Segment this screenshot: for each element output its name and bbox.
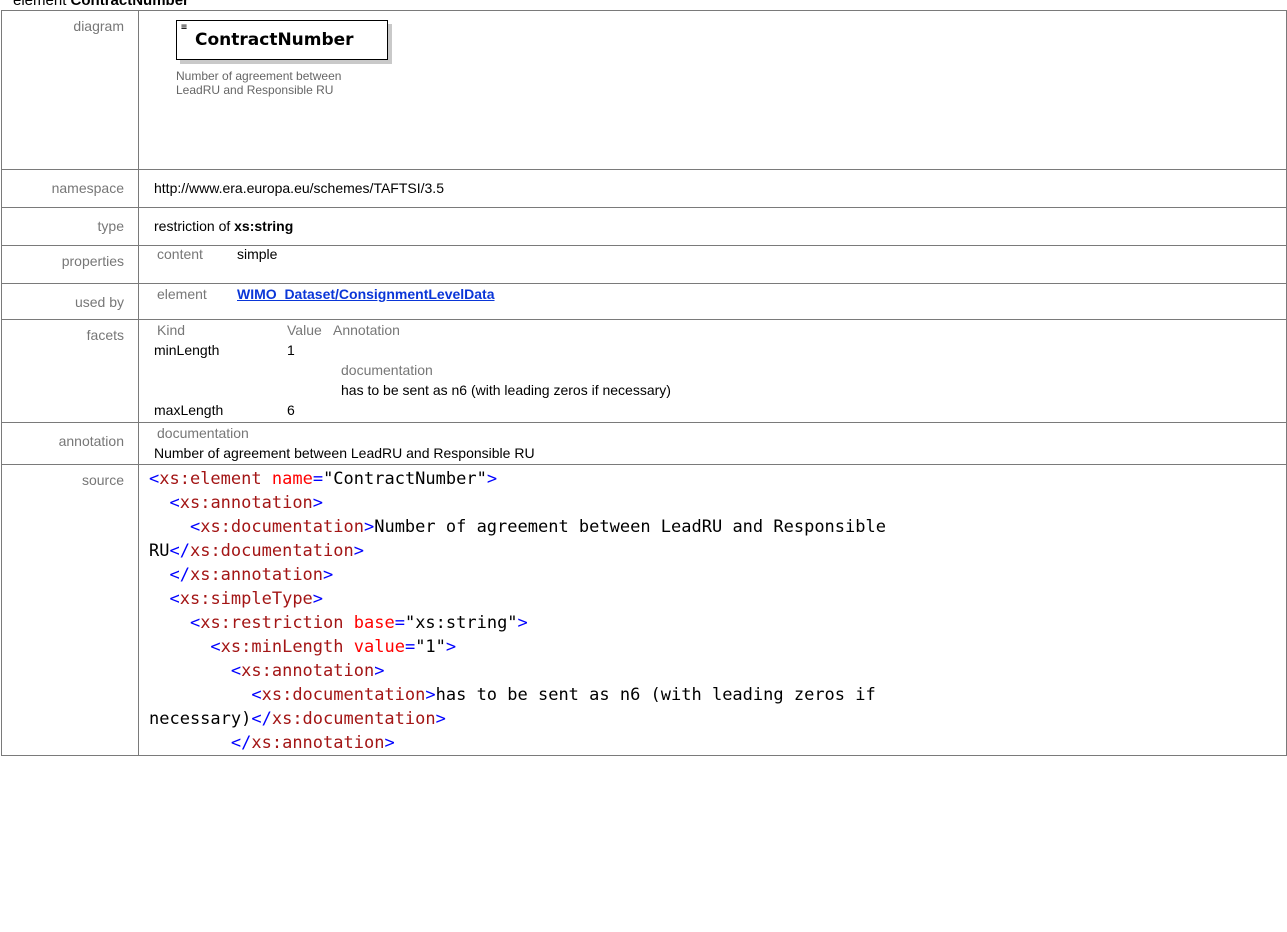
row-label-annotation: annotation [1, 422, 139, 465]
facet-doc-label: documentation [341, 362, 433, 378]
row-label-facets: facets [1, 319, 139, 423]
row-namespace: namespace http://www.era.europa.eu/schem… [1, 169, 1287, 208]
row-label-namespace: namespace [1, 169, 139, 208]
documentation-table: diagram ≡ ContractNumber Number of agree… [1, 10, 1287, 756]
properties-key: content [157, 246, 203, 262]
row-label-properties: properties [1, 245, 139, 284]
row-used-by: used by element WIMO_Dataset/Consignment… [1, 283, 1287, 320]
annotation-doc-text: Number of agreement between LeadRU and R… [154, 445, 535, 461]
namespace-value: http://www.era.europa.eu/schemes/TAFTSI/… [138, 169, 1287, 208]
row-diagram: diagram ≡ ContractNumber Number of agree… [1, 10, 1287, 170]
facets-cell: Kind Value Annotation minLength 1 docume… [138, 319, 1287, 423]
row-annotation: annotation documentation Number of agree… [1, 422, 1287, 465]
row-facets: facets Kind Value Annotation minLength 1… [1, 319, 1287, 423]
facets-header-annotation: Annotation [333, 322, 400, 338]
facet-doc-text: has to be sent as n6 (with leading zeros… [341, 382, 671, 398]
annotation-doc-label: documentation [157, 425, 249, 441]
annotation-lines-icon: ≡ [181, 22, 188, 33]
type-prefix: restriction of [154, 218, 235, 234]
row-type: type restriction of xs:string [1, 207, 1287, 246]
heading-prefix: element [13, 0, 71, 9]
annotation-cell: documentation Number of agreement betwee… [138, 422, 1287, 465]
facet-kind: minLength [154, 342, 220, 358]
row-label-source: source [1, 464, 139, 756]
type-value: restriction of xs:string [138, 207, 1287, 246]
used-by-cell: element WIMO_Dataset/ConsignmentLevelDat… [138, 283, 1287, 320]
diagram-cell: ≡ ContractNumber Number of agreement bet… [138, 10, 1287, 170]
heading-element-name: ContractNumber [70, 0, 189, 9]
row-source: source <xs:element name="ContractNumber"… [1, 464, 1287, 756]
row-label-type: type [1, 207, 139, 246]
row-label-used-by: used by [1, 283, 139, 320]
element-diagram-doc: Number of agreement between LeadRU and R… [176, 69, 342, 97]
facets-header-kind: Kind [157, 322, 186, 338]
facet-value: 1 [287, 342, 295, 358]
properties-value: simple [237, 246, 278, 262]
element-diagram-box[interactable]: ≡ ContractNumber [176, 20, 388, 60]
facet-kind: maxLength [154, 402, 224, 418]
type-base: xs:string [234, 218, 294, 234]
element-heading: element ContractNumber [13, 0, 189, 10]
used-by-link[interactable]: WIMO_Dataset/ConsignmentLevelData [237, 286, 495, 302]
element-diagram-name: ContractNumber [195, 30, 354, 50]
source-cell: <xs:element name="ContractNumber"> <xs:a… [138, 464, 1287, 756]
facet-value: 6 [287, 402, 295, 418]
used-by-key: element [157, 286, 207, 302]
row-properties: properties content simple [1, 245, 1287, 284]
properties-cell: content simple [138, 245, 1287, 284]
row-label-diagram: diagram [1, 10, 139, 170]
source-code: <xs:element name="ContractNumber"> <xs:a… [149, 469, 886, 753]
